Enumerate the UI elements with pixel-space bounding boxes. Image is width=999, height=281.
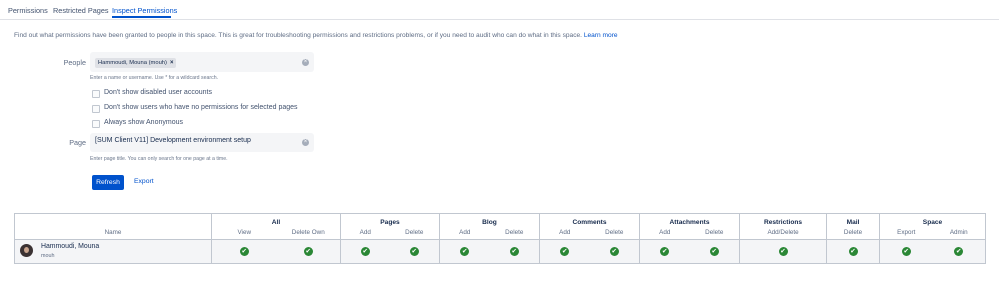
column-header: Add [340, 226, 390, 240]
column-header: Export [879, 226, 933, 240]
page-label: Page [69, 138, 86, 147]
column-header: View [211, 226, 277, 240]
column-header: Add [539, 226, 590, 240]
check-icon: ✔ [303, 247, 313, 256]
people-hint: Enter a name or username. Use * for a wi… [90, 75, 219, 81]
check-icon: ✔ [560, 247, 570, 256]
check-icon: ✔ [609, 247, 619, 256]
option-label: Don't show disabled user accounts [104, 89, 212, 96]
tab-bar: Permissions Restricted Pages Inspect Per… [0, 0, 999, 20]
column-header: Delete [489, 226, 540, 240]
clear-icon[interactable]: × [302, 59, 309, 66]
permission-cell: ✔ [879, 239, 933, 264]
export-button[interactable]: Export [134, 178, 154, 185]
check-icon: ✔ [901, 247, 911, 256]
checkbox[interactable] [92, 105, 100, 113]
check-icon: ✔ [460, 247, 470, 256]
check-icon: ✔ [409, 247, 419, 256]
group-header: Attachments [639, 213, 741, 226]
active-tab-indicator [112, 16, 171, 18]
check-icon: ✔ [778, 247, 788, 256]
intro-text: Find out what permissions have been gran… [14, 32, 618, 39]
permission-cell: ✔ [439, 239, 490, 264]
user-cell: Hammoudi, Mouna mouh [14, 239, 212, 264]
permission-cell: ✔ [639, 239, 690, 264]
column-header: Delete [589, 226, 641, 240]
clear-icon[interactable]: × [302, 139, 309, 146]
group-header: Mail [826, 213, 881, 226]
user-name: Hammoudi, Mouna [41, 243, 100, 250]
user-username: mouh [41, 253, 55, 259]
table-row: Hammoudi, Mouna mouh ✔ ✔ ✔ ✔ ✔ ✔ ✔ ✔ ✔ ✔… [14, 239, 987, 264]
permission-cell: ✔ [932, 239, 987, 264]
page-input-value: [SUM Client V11] Development environment… [95, 137, 251, 144]
group-header: Comments [538, 213, 641, 226]
tab-inspect-permissions[interactable]: Inspect Permissions [112, 6, 177, 15]
column-header: Delete Own [276, 226, 341, 240]
option-label: Always show Anonymous [104, 119, 183, 126]
column-header: Delete [389, 226, 440, 240]
learn-more-link[interactable]: Learn more [584, 32, 618, 39]
checkbox[interactable] [92, 120, 100, 128]
permission-cell: ✔ [389, 239, 440, 264]
people-input[interactable]: Hammoudi, Mouna (mouh) × × [90, 52, 314, 72]
tab-restricted-pages[interactable]: Restricted Pages [53, 6, 109, 15]
column-header-row: Name View Delete Own Add Delete Add Dele… [14, 226, 987, 240]
column-header: Add [439, 226, 490, 240]
group-header: Pages [340, 213, 440, 226]
refresh-button[interactable]: Refresh [92, 175, 124, 190]
group-header: Blog [439, 213, 540, 226]
intro-description: Find out what permissions have been gran… [14, 32, 582, 39]
name-group-header [14, 213, 212, 226]
checkbox[interactable] [92, 90, 100, 98]
avatar [20, 244, 33, 257]
permission-cell: ✔ [739, 239, 828, 264]
people-label: People [63, 58, 86, 67]
group-header: All [211, 213, 341, 226]
page-hint: Enter page title. You can only search fo… [90, 156, 228, 162]
group-header-row: All Pages Blog Comments Attachments Rest… [14, 213, 987, 226]
remove-icon[interactable]: × [170, 60, 174, 66]
permission-cell: ✔ [276, 239, 341, 264]
column-header: Add [639, 226, 690, 240]
column-header: Add/Delete [739, 226, 828, 240]
check-icon: ✔ [509, 247, 519, 256]
option-label: Don't show users who have no permissions… [104, 104, 298, 111]
column-header: Admin [932, 226, 987, 240]
people-chip: Hammoudi, Mouna (mouh) × [95, 58, 177, 68]
check-icon: ✔ [360, 247, 370, 256]
column-header: Delete [826, 226, 881, 240]
permission-cell: ✔ [589, 239, 641, 264]
people-chip-label: Hammoudi, Mouna (mouh) [98, 60, 167, 66]
permission-cell: ✔ [539, 239, 590, 264]
check-icon: ✔ [848, 247, 858, 256]
group-header: Space [879, 213, 987, 226]
permission-cell: ✔ [826, 239, 881, 264]
permission-cell: ✔ [689, 239, 741, 264]
check-icon: ✔ [954, 247, 964, 256]
page-input[interactable]: [SUM Client V11] Development environment… [90, 133, 314, 152]
permission-cell: ✔ [211, 239, 277, 264]
permissions-table: All Pages Blog Comments Attachments Rest… [14, 213, 987, 264]
check-icon: ✔ [660, 247, 670, 256]
check-icon: ✔ [239, 247, 249, 256]
column-header: Delete [689, 226, 741, 240]
check-icon: ✔ [709, 247, 719, 256]
permission-cell: ✔ [340, 239, 390, 264]
group-header: Restrictions [739, 213, 828, 226]
name-column-header: Name [14, 226, 212, 240]
tab-permissions[interactable]: Permissions [8, 6, 48, 15]
permission-cell: ✔ [489, 239, 540, 264]
